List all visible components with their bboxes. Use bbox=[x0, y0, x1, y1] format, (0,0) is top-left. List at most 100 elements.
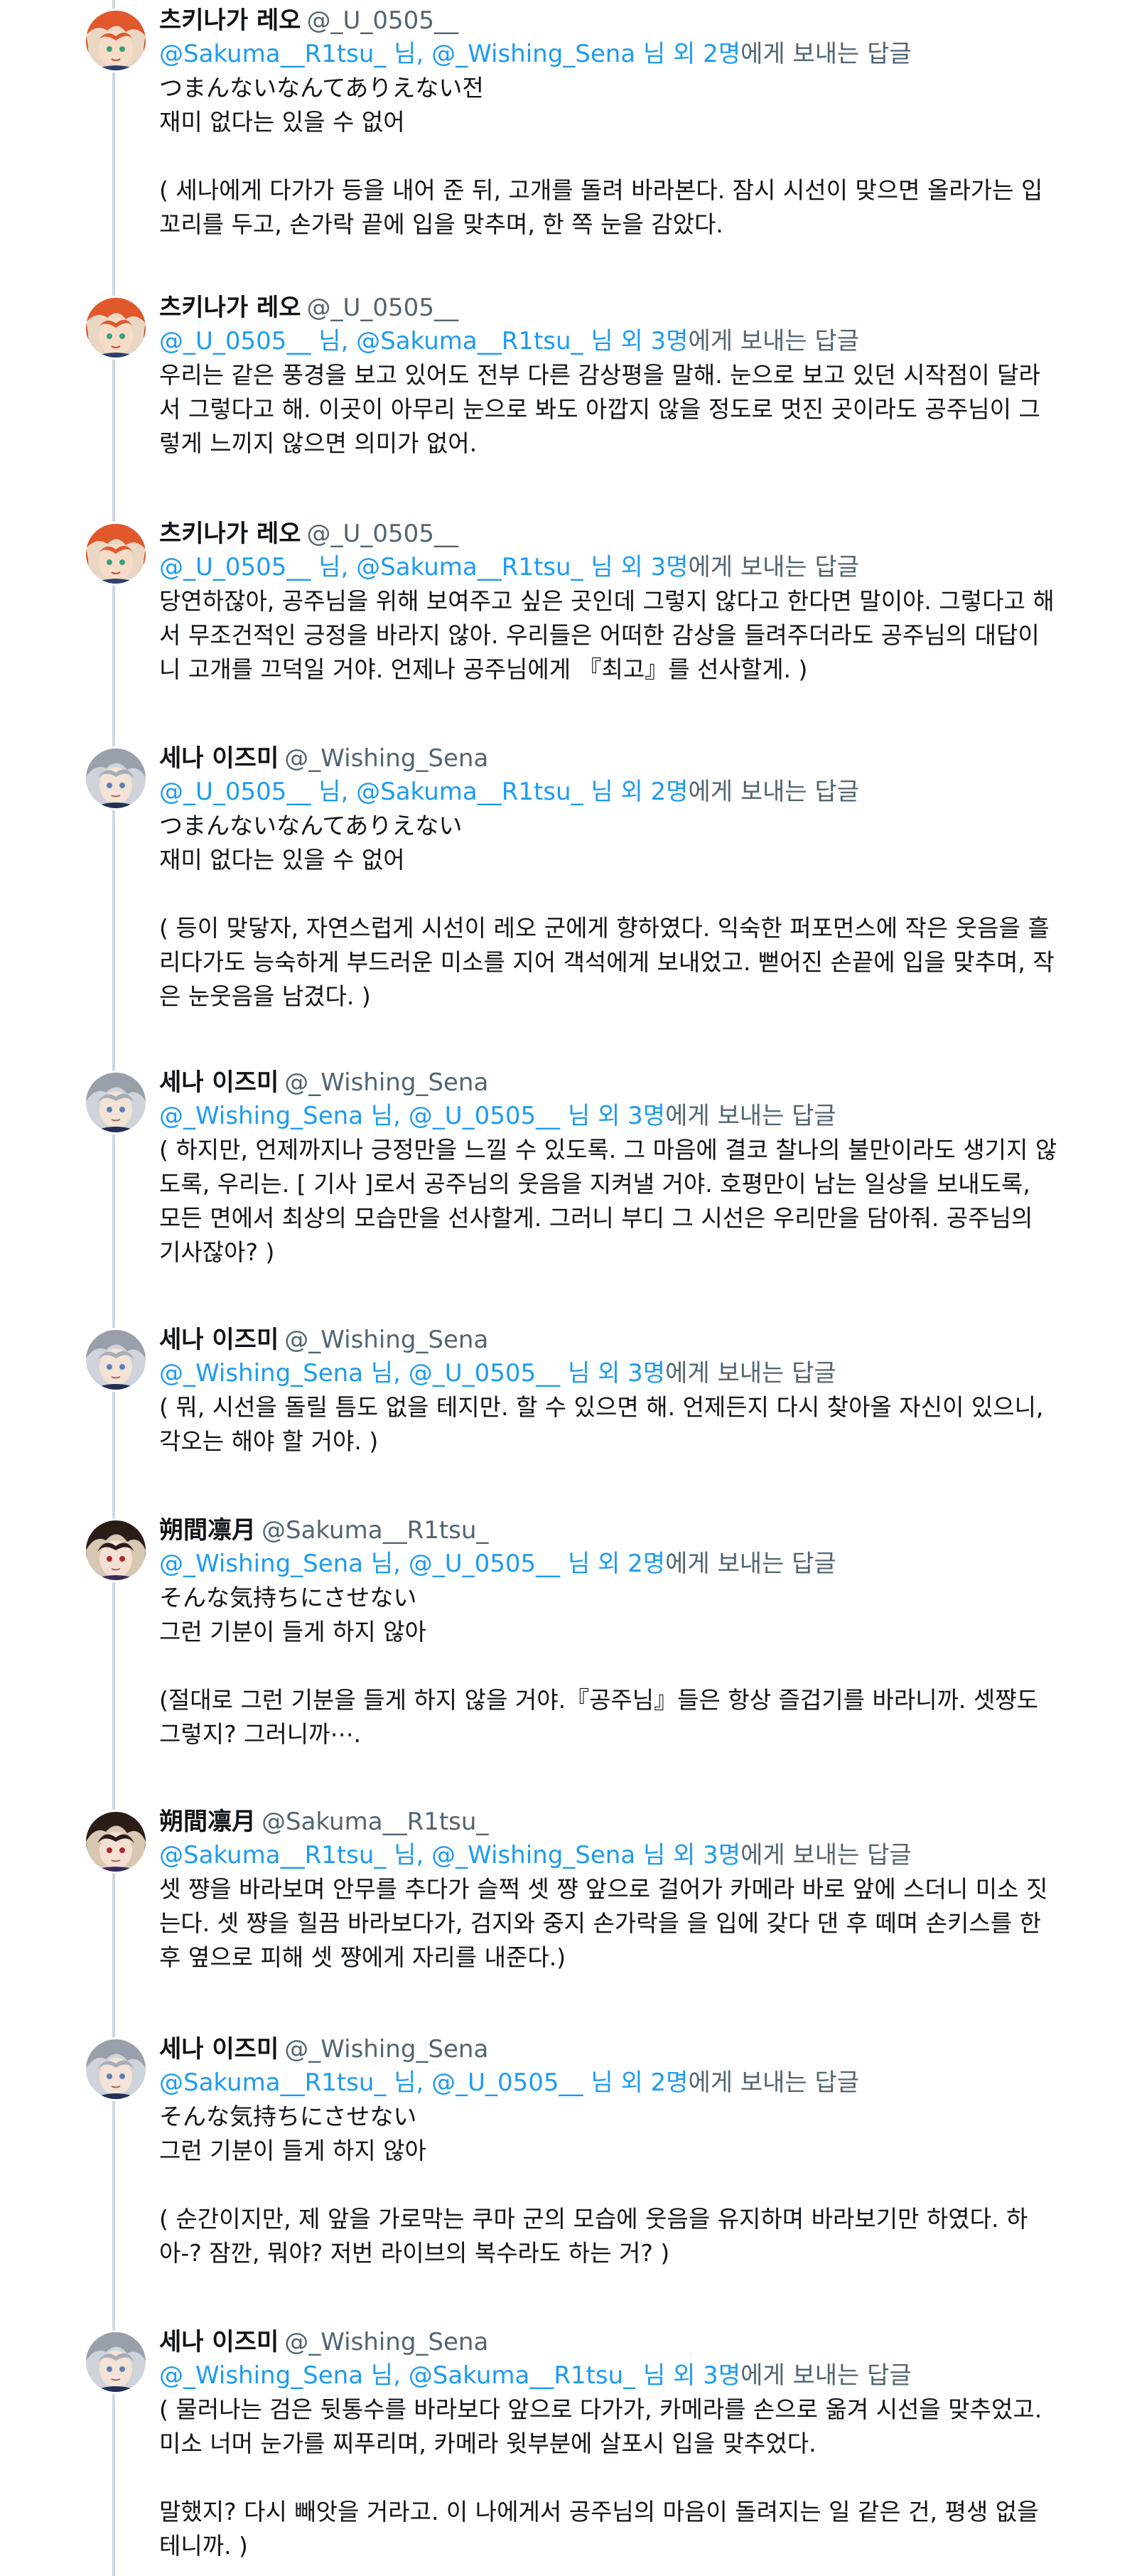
display-name[interactable]: 세나 이즈미 bbox=[159, 2328, 279, 2356]
mention-link[interactable]: @Sakuma__R1tsu_ 님 bbox=[356, 778, 613, 806]
user-handle[interactable]: @_Wishing_Sena bbox=[284, 744, 488, 773]
user-handle[interactable]: @_U_0505__ bbox=[307, 294, 458, 322]
mention-link[interactable]: @_U_0505__ 님 bbox=[409, 1550, 591, 1578]
reply-thread: 츠키나가 레오 @_U_0505__ @Sakuma__R1tsu_ 님, @_Wi… bbox=[0, 0, 1137, 2576]
display-name[interactable]: 세나 이즈미 bbox=[159, 2035, 279, 2064]
others-link[interactable]: 외 2명 bbox=[613, 778, 688, 806]
mention-link[interactable]: @Sakuma__R1tsu_ 님 bbox=[159, 40, 416, 68]
avatar[interactable] bbox=[84, 1518, 148, 1582]
display-name[interactable]: 츠키나가 레오 bbox=[159, 520, 301, 548]
mention-link[interactable]: @_U_0505__ 님 bbox=[409, 1359, 591, 1388]
others-link[interactable]: 외 3명 bbox=[665, 2361, 740, 2390]
tweet-paragraph: ( 뭐, 시선을 돌릴 틈도 없을 테지만. 할 수 있으면 해. 언제든지 다… bbox=[159, 1393, 1051, 1455]
mention-link[interactable]: @_Wishing_Sena 님 bbox=[431, 1841, 665, 1869]
mention-link[interactable]: @Sakuma__R1tsu_ 님 bbox=[356, 327, 613, 355]
tweet-content: 세나 이즈미 @_Wishing_Sena @_Wishing_Sena 님, @_… bbox=[159, 1066, 1059, 1270]
replying-to: @_U_0505__ 님, @Sakuma__R1tsu_ 님 외 2명에게 보… bbox=[159, 775, 1059, 809]
user-handle[interactable]: @_Wishing_Sena bbox=[284, 2035, 488, 2064]
avatar[interactable] bbox=[84, 1070, 148, 1134]
mention-link[interactable]: @Sakuma__R1tsu_ 님 bbox=[409, 2361, 666, 2390]
others-link[interactable]: 외 3명 bbox=[665, 1841, 740, 1869]
tweet-content: 세나 이즈미 @_Wishing_Sena @_U_0505__ 님, @Sakum… bbox=[159, 742, 1059, 1014]
mention-link[interactable]: @_U_0505__ 님 bbox=[159, 327, 341, 355]
display-name[interactable]: 세나 이즈미 bbox=[159, 1068, 279, 1097]
tweet-paragraph: 당연하잖아, 공주님을 위해 보여주고 싶은 곳인데 그렇지 않다고 한다면 말… bbox=[159, 587, 1055, 683]
tweet-text: 우리는 같은 풍경을 보고 있어도 전부 다른 감상평을 말해. 눈으로 보고 … bbox=[159, 358, 1059, 461]
mention-link[interactable]: @_U_0505__ 님 bbox=[159, 778, 341, 806]
mention-link[interactable]: @Sakuma__R1tsu_ 님 bbox=[159, 2068, 416, 2097]
mention-link[interactable]: @Sakuma__R1tsu_ 님 bbox=[159, 1841, 416, 1869]
mention-link[interactable]: @_U_0505__ 님 bbox=[159, 553, 341, 581]
display-name[interactable]: 朔間凛月 bbox=[159, 1516, 256, 1545]
display-name[interactable]: 츠키나가 레오 bbox=[159, 294, 301, 322]
replying-to: @_Wishing_Sena 님, @Sakuma__R1tsu_ 님 외 3명… bbox=[159, 2358, 1059, 2393]
display-name[interactable]: 세나 이즈미 bbox=[159, 1326, 279, 1354]
avatar[interactable] bbox=[84, 1328, 148, 1392]
display-name[interactable]: 츠키나가 레오 bbox=[159, 6, 301, 35]
avatar[interactable] bbox=[84, 2330, 148, 2394]
user-handle[interactable]: @_U_0505__ bbox=[307, 520, 458, 548]
replying-suffix: 에게 보내는 답글 bbox=[688, 778, 860, 806]
avatar[interactable] bbox=[84, 296, 148, 360]
tweet-paragraph: つまんないなんてありえない 재미 없다는 있을 수 없어 bbox=[159, 812, 463, 874]
replying-suffix: 에게 보내는 답글 bbox=[740, 1841, 912, 1869]
tweet-header: 朔間凛月 @Sakuma__R1tsu_ bbox=[159, 1514, 1059, 1547]
display-name[interactable]: 세나 이즈미 bbox=[159, 744, 279, 773]
tweet-paragraph: 셋 쨩을 바라보며 안무를 추다가 슬쩍 셋 쨩 앞으로 걸어가 카메라 바로 … bbox=[159, 1875, 1049, 1971]
mention-separator: , bbox=[340, 778, 357, 806]
others-link[interactable]: 외 3명 bbox=[590, 1359, 665, 1388]
tweet-content: 세나 이즈미 @_Wishing_Sena @_Wishing_Sena 님, @_… bbox=[159, 1324, 1059, 1459]
tweet-content: 세나 이즈미 @_Wishing_Sena @_Wishing_Sena 님, @S… bbox=[159, 2326, 1059, 2563]
user-handle[interactable]: @Sakuma__R1tsu_ bbox=[262, 1808, 488, 1836]
replying-suffix: 에게 보내는 답글 bbox=[740, 2361, 912, 2390]
tweet-header: 세나 이즈미 @_Wishing_Sena bbox=[159, 1066, 1059, 1099]
tweet-paragraph: 우리는 같은 풍경을 보고 있어도 전부 다른 감상평을 말해. 눈으로 보고 … bbox=[159, 361, 1040, 457]
display-name[interactable]: 朔間凛月 bbox=[159, 1808, 256, 1836]
avatar[interactable] bbox=[84, 746, 148, 810]
mention-link[interactable]: @_Wishing_Sena 님 bbox=[159, 1359, 393, 1388]
replying-to: @_U_0505__ 님, @Sakuma__R1tsu_ 님 외 3명에게 보… bbox=[159, 324, 1059, 358]
mention-link[interactable]: @_Wishing_Sena 님 bbox=[159, 1102, 393, 1130]
tweet-content: 츠키나가 레오 @_U_0505__ @Sakuma__R1tsu_ 님, @_Wi… bbox=[159, 4, 1059, 242]
mention-separator: , bbox=[393, 2361, 409, 2390]
mention-separator: , bbox=[393, 1550, 409, 1578]
tweet-paragraph: そんな気持ちにさせない 그런 기분이 들게 하지 않아 bbox=[159, 2103, 426, 2164]
replying-to: @Sakuma__R1tsu_ 님, @_Wishing_Sena 님 외 3명… bbox=[159, 1838, 1059, 1872]
avatar[interactable] bbox=[84, 9, 148, 73]
avatar[interactable] bbox=[84, 1810, 148, 1874]
tweet-header: 츠키나가 레오 @_U_0505__ bbox=[159, 291, 1059, 324]
tweet-paragraph: ( 순간이지만, 제 앞을 가로막는 쿠마 군의 모습에 웃음을 유지하며 바라… bbox=[159, 2205, 1028, 2267]
mention-link[interactable]: @_Wishing_Sena 님 bbox=[159, 1550, 393, 1578]
replying-to: @_Wishing_Sena 님, @_U_0505__ 님 외 3명에게 보내… bbox=[159, 1099, 1059, 1133]
user-handle[interactable]: @_U_0505__ bbox=[307, 6, 458, 35]
avatar[interactable] bbox=[84, 2037, 148, 2101]
replying-to: @_U_0505__ 님, @Sakuma__R1tsu_ 님 외 3명에게 보… bbox=[159, 550, 1059, 584]
others-link[interactable]: 외 3명 bbox=[590, 1102, 665, 1130]
user-handle[interactable]: @Sakuma__R1tsu_ bbox=[262, 1516, 488, 1545]
mention-separator: , bbox=[393, 1359, 409, 1388]
user-handle[interactable]: @_Wishing_Sena bbox=[284, 1326, 488, 1354]
user-handle[interactable]: @_Wishing_Sena bbox=[284, 1068, 488, 1097]
tweet-text: つまんないなんてありえない 재미 없다는 있을 수 없어 ( 등이 맞닿자, 자연… bbox=[159, 809, 1059, 1014]
replying-suffix: 에게 보내는 답글 bbox=[688, 327, 860, 355]
replying-suffix: 에게 보내는 답글 bbox=[688, 553, 860, 581]
tweet-header: 세나 이즈미 @_Wishing_Sena bbox=[159, 2033, 1059, 2066]
tweet-text: 당연하잖아, 공주님을 위해 보여주고 싶은 곳인데 그렇지 않다고 한다면 말… bbox=[159, 584, 1059, 687]
others-link[interactable]: 외 3명 bbox=[613, 553, 688, 581]
user-handle[interactable]: @_Wishing_Sena bbox=[284, 2328, 488, 2356]
others-link[interactable]: 외 2명 bbox=[590, 1550, 665, 1578]
mention-link[interactable]: @_Wishing_Sena 님 bbox=[159, 2361, 393, 2390]
mention-link[interactable]: @_U_0505__ 님 bbox=[431, 2068, 613, 2097]
tweet-content: 朔間凛月 @Sakuma__R1tsu_ @Sakuma__R1tsu_ 님, @_… bbox=[159, 1805, 1059, 1975]
tweet-paragraph: (절대로 그런 기분을 들게 하지 않을 거야.『공주님』들은 항상 즐겁기를 … bbox=[159, 1686, 1046, 1748]
mention-separator: , bbox=[416, 40, 432, 68]
others-link[interactable]: 외 2명 bbox=[665, 40, 740, 68]
mention-separator: , bbox=[393, 1102, 409, 1130]
avatar[interactable] bbox=[84, 522, 148, 586]
others-link[interactable]: 외 2명 bbox=[613, 2068, 688, 2097]
mention-link[interactable]: @Sakuma__R1tsu_ 님 bbox=[356, 553, 613, 581]
mention-link[interactable]: @_Wishing_Sena 님 bbox=[431, 40, 665, 68]
tweet-text: ( 하지만, 언제까지나 긍정만을 느낄 수 있도록. 그 마음에 결코 찰나의… bbox=[159, 1133, 1059, 1270]
mention-link[interactable]: @_U_0505__ 님 bbox=[409, 1102, 591, 1130]
others-link[interactable]: 외 3명 bbox=[613, 327, 688, 355]
